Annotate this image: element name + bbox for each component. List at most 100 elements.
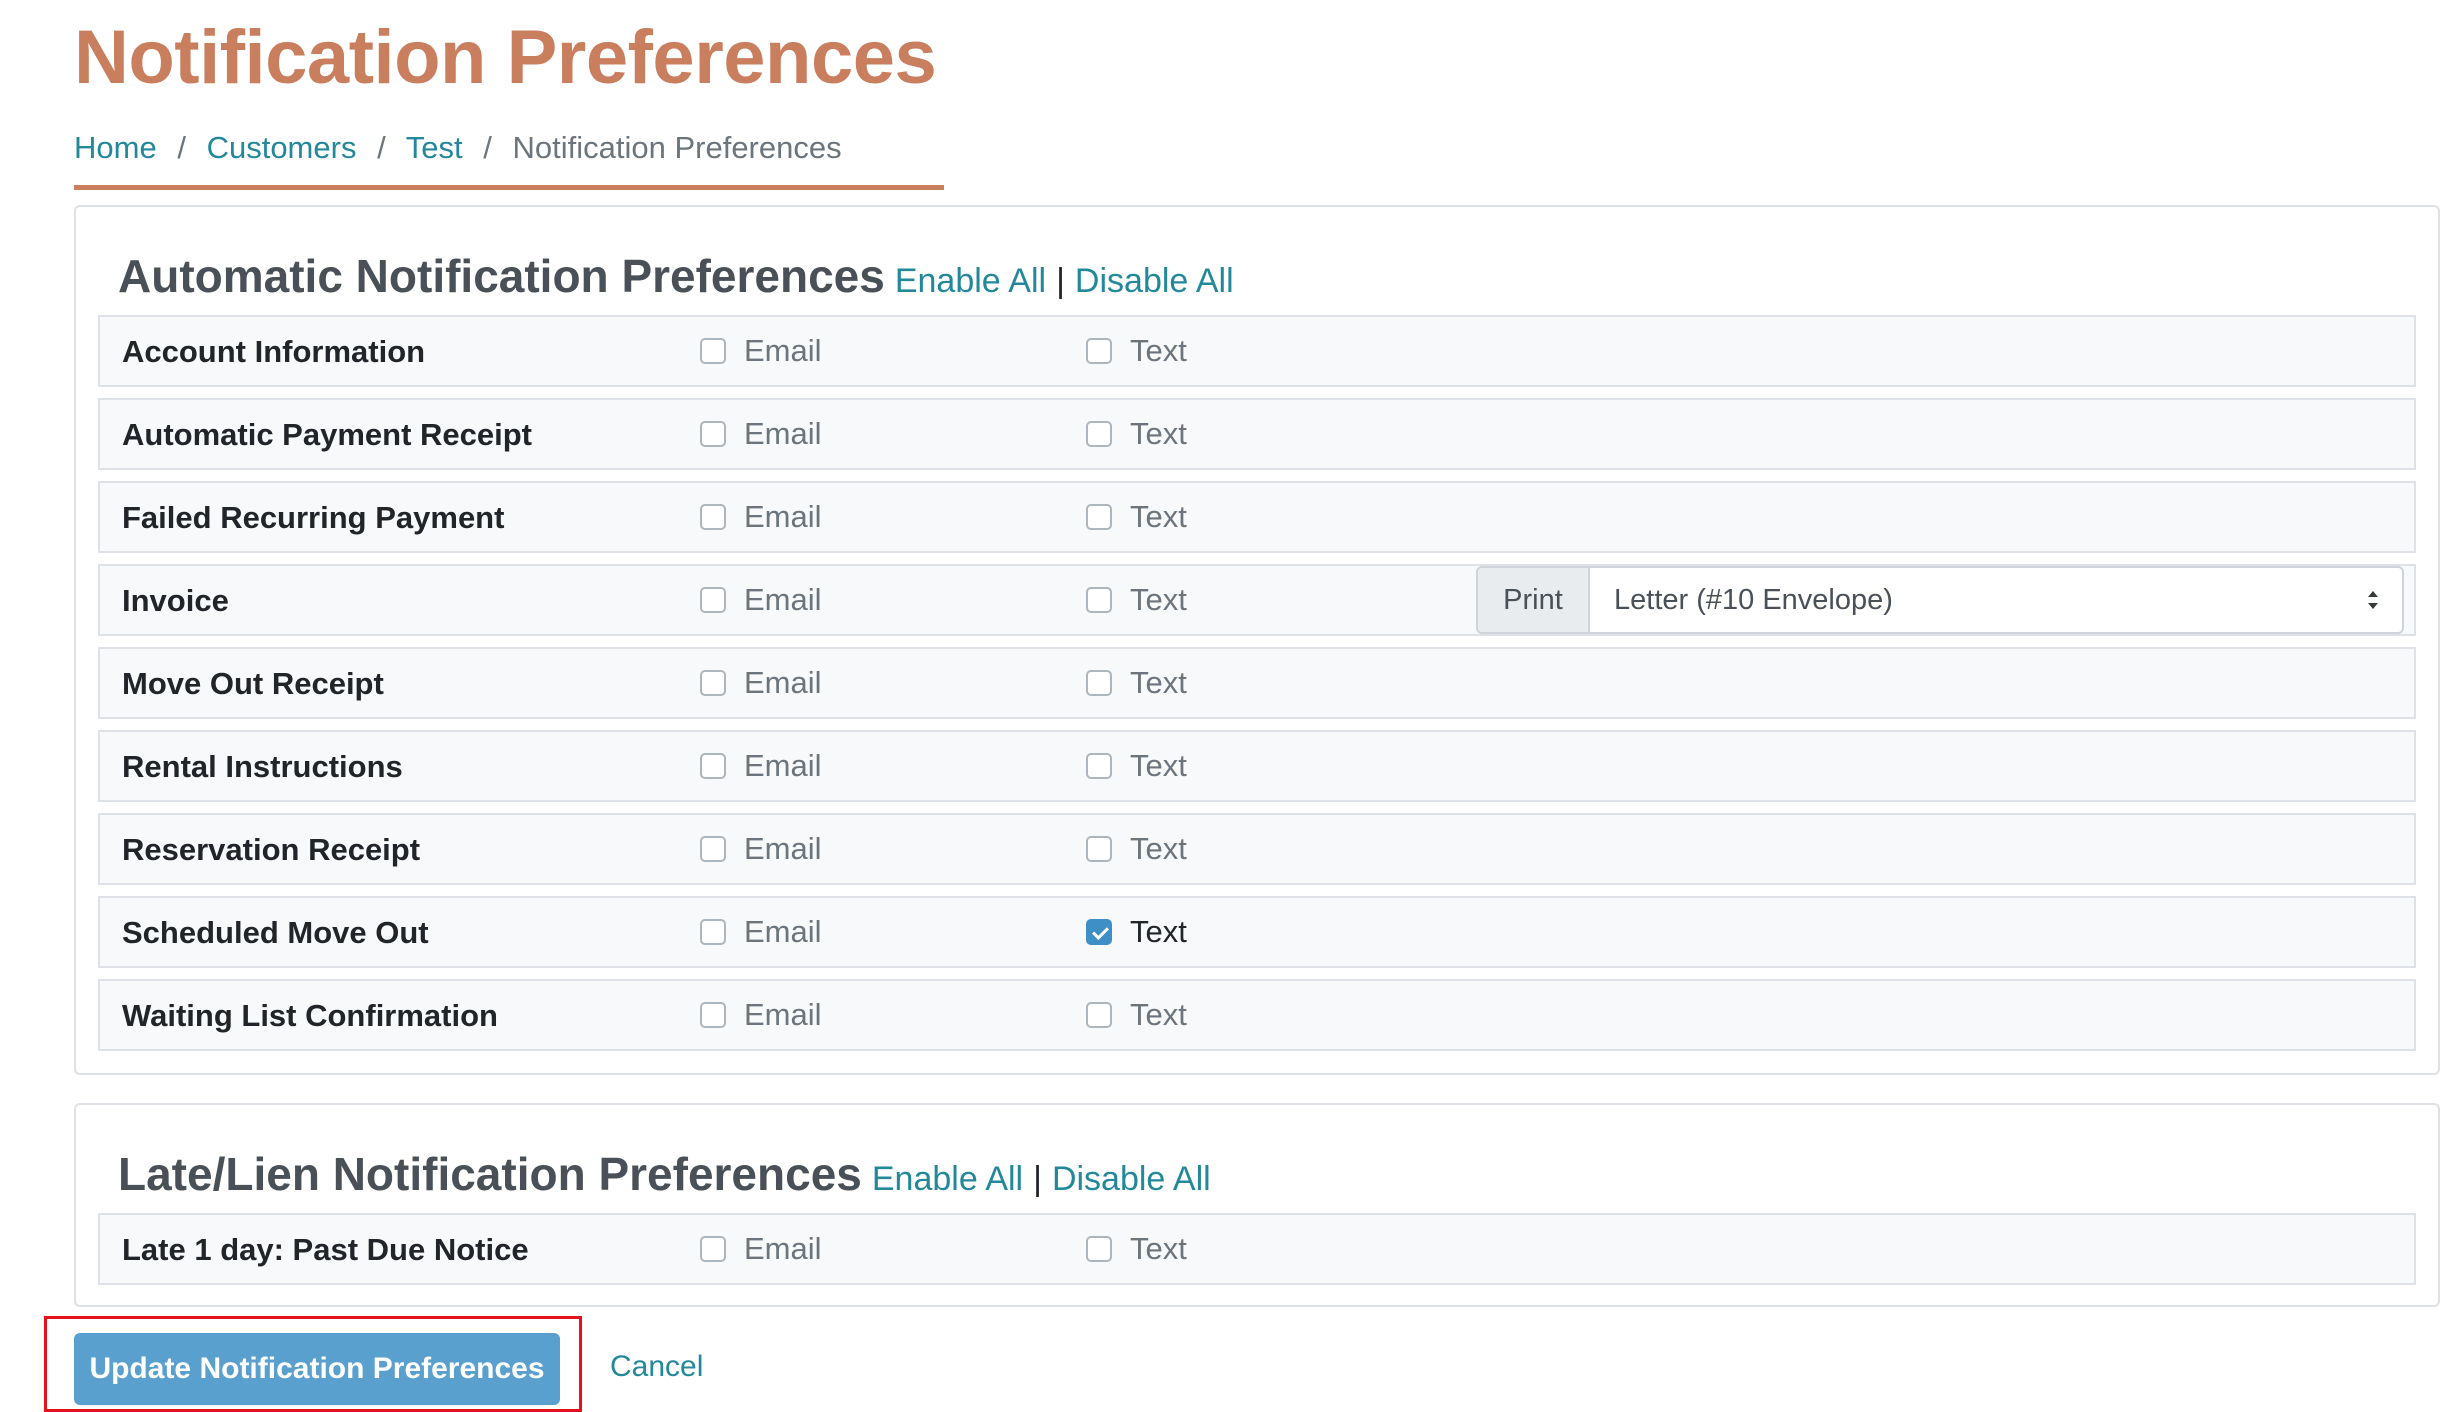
preference-row-waiting-list-confirmation: Waiting List Confirmation Email Text xyxy=(98,979,2416,1051)
text-checkbox[interactable] xyxy=(1086,836,1112,862)
automatic-preferences-list: Account Information Email Text Automatic Pa… xyxy=(98,315,2416,1062)
page-title: Notification Preferences xyxy=(74,15,937,100)
text-option-label: Text xyxy=(1130,914,1187,949)
print-format-selected-value: Letter (#10 Envelope) xyxy=(1614,583,1893,616)
text-option-label: Text xyxy=(1130,997,1187,1032)
breadcrumb-customers-link[interactable]: Customers xyxy=(207,130,357,165)
automatic-preferences-heading: Automatic Notification Preferences Enable… xyxy=(118,249,1234,303)
text-checkbox[interactable] xyxy=(1086,1002,1112,1028)
automatic-enable-all-link[interactable]: Enable All xyxy=(895,262,1046,300)
email-option-label: Email xyxy=(744,914,822,949)
preference-label: Late 1 day: Past Due Notice xyxy=(122,1232,529,1267)
email-option[interactable]: Email xyxy=(700,665,822,701)
email-checkbox[interactable] xyxy=(700,836,726,862)
email-option[interactable]: Email xyxy=(700,333,822,369)
text-option[interactable]: Text xyxy=(1086,1231,1187,1267)
preference-row-failed-recurring-payment: Failed Recurring Payment Email Text xyxy=(98,481,2416,553)
text-checkbox[interactable] xyxy=(1086,338,1112,364)
email-checkbox[interactable] xyxy=(700,753,726,779)
text-option[interactable]: Text xyxy=(1086,665,1187,701)
email-checkbox[interactable] xyxy=(700,919,726,945)
email-checkbox[interactable] xyxy=(700,1002,726,1028)
preference-label: Scheduled Move Out xyxy=(122,915,429,950)
text-option-label: Text xyxy=(1130,1231,1187,1266)
text-checkbox[interactable] xyxy=(1086,670,1112,696)
preference-label: Invoice xyxy=(122,583,229,618)
email-option-label: Email xyxy=(744,499,822,534)
email-option[interactable]: Email xyxy=(700,582,822,618)
text-checkbox[interactable] xyxy=(1086,919,1112,945)
email-checkbox[interactable] xyxy=(700,1236,726,1262)
text-option[interactable]: Text xyxy=(1086,333,1187,369)
preference-row-move-out-receipt: Move Out Receipt Email Text xyxy=(98,647,2416,719)
late-lien-preferences-heading: Late/Lien Notification Preferences Enable… xyxy=(118,1147,1211,1201)
email-option-label: Email xyxy=(744,997,822,1032)
text-option[interactable]: Text xyxy=(1086,914,1187,950)
late-lien-preferences-list: Late 1 day: Past Due Notice Email Text xyxy=(98,1213,2416,1296)
print-addon-label: Print xyxy=(1478,568,1590,632)
email-checkbox[interactable] xyxy=(700,670,726,696)
preference-label: Failed Recurring Payment xyxy=(122,500,505,535)
email-option[interactable]: Email xyxy=(700,499,822,535)
email-option[interactable]: Email xyxy=(700,831,822,867)
preference-row-rental-instructions: Rental Instructions Email Text xyxy=(98,730,2416,802)
preference-label: Move Out Receipt xyxy=(122,666,384,701)
breadcrumb-separator: / xyxy=(377,130,386,165)
breadcrumb-test-link[interactable]: Test xyxy=(406,130,463,165)
email-option[interactable]: Email xyxy=(700,416,822,452)
preference-label: Waiting List Confirmation xyxy=(122,998,498,1033)
text-option-label: Text xyxy=(1130,665,1187,700)
cancel-link[interactable]: Cancel xyxy=(610,1350,703,1384)
select-caret-icon xyxy=(2368,591,2378,609)
invoice-print-format-group: Print Letter (#10 Envelope) xyxy=(1476,566,2404,634)
text-option-label: Text xyxy=(1130,333,1187,368)
preference-label: Reservation Receipt xyxy=(122,832,421,867)
breadcrumb-separator: / xyxy=(177,130,186,165)
text-option-label: Text xyxy=(1130,416,1187,451)
email-checkbox[interactable] xyxy=(700,504,726,530)
email-option-label: Email xyxy=(744,582,822,617)
preference-label: Automatic Payment Receipt xyxy=(122,417,532,452)
breadcrumb-home-link[interactable]: Home xyxy=(74,130,157,165)
text-checkbox[interactable] xyxy=(1086,587,1112,613)
text-option[interactable]: Text xyxy=(1086,831,1187,867)
link-separator: | xyxy=(1033,1160,1042,1198)
email-checkbox[interactable] xyxy=(700,421,726,447)
late-lien-enable-all-link[interactable]: Enable All xyxy=(872,1160,1023,1198)
email-checkbox[interactable] xyxy=(700,587,726,613)
email-option-label: Email xyxy=(744,831,822,866)
email-option[interactable]: Email xyxy=(700,914,822,950)
breadcrumb-separator: / xyxy=(483,130,492,165)
title-underline xyxy=(74,185,944,190)
preference-row-invoice: Invoice Email Text Print Letter (#10 Envelop… xyxy=(98,564,2416,636)
preference-row-scheduled-move-out: Scheduled Move Out Email Text xyxy=(98,896,2416,968)
email-option[interactable]: Email xyxy=(700,1231,822,1267)
preference-label: Rental Instructions xyxy=(122,749,403,784)
email-option[interactable]: Email xyxy=(700,997,822,1033)
email-option[interactable]: Email xyxy=(700,748,822,784)
preference-row-automatic-payment-receipt: Automatic Payment Receipt Email Text xyxy=(98,398,2416,470)
text-option[interactable]: Text xyxy=(1086,997,1187,1033)
text-option[interactable]: Text xyxy=(1086,499,1187,535)
automatic-disable-all-link[interactable]: Disable All xyxy=(1075,262,1234,300)
email-option-label: Email xyxy=(744,1231,822,1266)
late-lien-disable-all-link[interactable]: Disable All xyxy=(1052,1160,1211,1198)
text-checkbox[interactable] xyxy=(1086,421,1112,447)
text-checkbox[interactable] xyxy=(1086,753,1112,779)
email-option-label: Email xyxy=(744,333,822,368)
email-checkbox[interactable] xyxy=(700,338,726,364)
section-title: Late/Lien Notification Preferences xyxy=(118,1148,862,1200)
text-option[interactable]: Text xyxy=(1086,416,1187,452)
text-option[interactable]: Text xyxy=(1086,748,1187,784)
email-option-label: Email xyxy=(744,665,822,700)
text-checkbox[interactable] xyxy=(1086,504,1112,530)
text-checkbox[interactable] xyxy=(1086,1236,1112,1262)
text-option-label: Text xyxy=(1130,748,1187,783)
update-notification-preferences-button[interactable]: Update Notification Preferences xyxy=(74,1333,560,1405)
preference-row-account-information: Account Information Email Text xyxy=(98,315,2416,387)
text-option[interactable]: Text xyxy=(1086,582,1187,618)
automatic-preferences-card: Automatic Notification Preferences Enable… xyxy=(74,205,2440,1075)
text-option-label: Text xyxy=(1130,831,1187,866)
email-option-label: Email xyxy=(744,748,822,783)
print-format-select[interactable]: Letter (#10 Envelope) xyxy=(1590,568,2402,632)
